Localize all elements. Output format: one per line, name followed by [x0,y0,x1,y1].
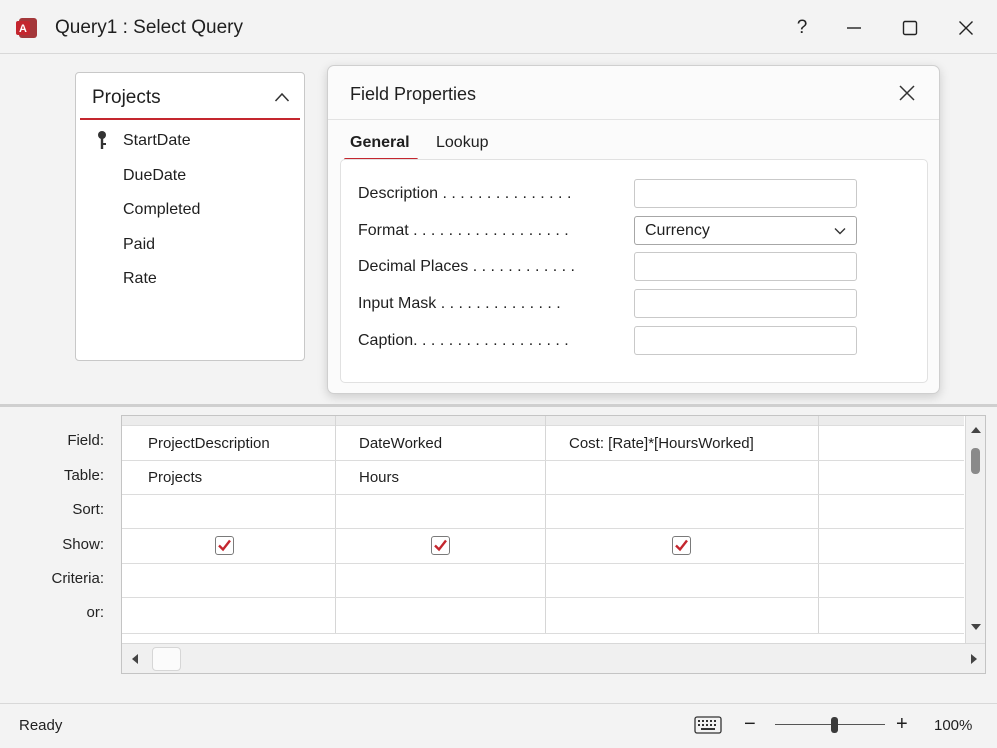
table-field-list-header[interactable]: Projects [80,73,300,120]
query-grid-pane: Field: Table: Sort: Show: Criteria: or: … [0,407,997,703]
row-label-table: Table: [63,467,104,484]
scroll-right-icon[interactable] [967,652,981,666]
row-label-field: Field: [67,432,104,449]
field-item[interactable]: DueDate [76,163,304,198]
zoom-in-button[interactable]: + [896,714,908,734]
close-window-button[interactable] [952,14,980,42]
row-label-sort: Sort: [72,501,104,518]
tab-general[interactable]: General [350,134,410,158]
keyboard-icon[interactable] [694,716,722,734]
property-row-caption: Caption. . . . . . . . . . . . . . . . .… [341,326,927,356]
row-label-or: or: [86,604,104,621]
svg-text:A: A [19,23,27,35]
vertical-scroll-thumb[interactable] [971,448,980,474]
field-label: StartDate [123,132,191,149]
chevron-up-icon[interactable] [274,91,290,103]
scroll-left-icon[interactable] [128,652,142,666]
help-icon: ? [796,17,808,38]
status-text: Ready [19,717,63,734]
checkmark-icon [675,539,688,552]
row-label-show: Show: [62,536,104,553]
description-label: Description . . . . . . . . . . . . . . … [358,185,572,202]
minimize-button[interactable] [840,14,868,42]
show-checkbox[interactable] [672,536,691,555]
caption-field[interactable] [634,326,857,355]
title-bar: A Query1 : Select Query ? [0,0,997,54]
input-mask-label: Input Mask . . . . . . . . . . . . . . [358,295,561,312]
field-label: Paid [123,235,156,253]
primary-key-icon [98,131,106,149]
row-divider [122,563,964,564]
field-item[interactable]: Completed [76,197,304,232]
field-label: DueDate [123,166,187,184]
maximize-icon [902,20,918,36]
property-row-format: Format . . . . . . . . . . . . . . . . .… [341,216,927,246]
vertical-scrollbar[interactable] [965,416,985,643]
column-divider [545,416,546,634]
help-button[interactable]: ? [788,14,816,42]
field-cell[interactable]: Cost: [Rate]*[HoursWorked] [569,435,754,452]
table-cell[interactable]: Hours [359,469,399,486]
row-divider [122,597,964,598]
field-cell[interactable]: ProjectDescription [148,435,270,452]
row-divider [122,460,964,461]
format-label: Format . . . . . . . . . . . . . . . . .… [358,222,569,239]
column-divider [818,416,819,634]
table-field-list[interactable]: Projects StartDate DueDate Completed Pai… [75,72,305,361]
horizontal-scroll-thumb[interactable] [152,647,181,671]
chevron-down-icon [834,228,846,235]
zoom-slider[interactable] [775,724,885,725]
field-item[interactable]: Rate [76,266,304,301]
table-cell[interactable]: Projects [148,469,202,486]
column-divider [335,416,336,634]
field-cell[interactable]: DateWorked [359,435,442,452]
field-list: StartDate DueDate Completed Paid Rate [76,128,304,301]
horizontal-scrollbar[interactable] [122,643,985,673]
description-field[interactable] [634,179,857,208]
window-title: Query1 : Select Query [55,17,243,38]
zoom-level[interactable]: 100% [934,717,972,734]
table-name: Projects [92,87,161,108]
minimize-icon [847,27,861,29]
property-row-decimal-places: Decimal Places . . . . . . . . . . . . [341,252,927,282]
field-label: Completed [123,201,201,218]
property-row-input-mask: Input Mask . . . . . . . . . . . . . . [341,289,927,319]
format-value: Currency [645,222,710,239]
zoom-out-button[interactable]: − [744,714,756,734]
row-label-criteria: Criteria: [51,570,104,587]
row-divider [122,633,964,634]
property-row-description: Description . . . . . . . . . . . . . . … [341,179,927,209]
status-bar: Ready − + 100% [0,703,997,748]
query-design-pane: Projects StartDate DueDate Completed Pai… [0,55,997,404]
row-divider [122,528,964,529]
show-checkbox[interactable] [431,536,450,555]
tab-lookup[interactable]: Lookup [436,134,489,158]
field-label: Rate [123,270,157,287]
decimal-places-field[interactable] [634,252,857,281]
divider [328,119,939,120]
field-item[interactable]: Paid [76,232,304,267]
general-properties-panel: Description . . . . . . . . . . . . . . … [340,159,928,383]
query-design-grid: ProjectDescription DateWorked Cost: [Rat… [121,415,986,674]
scroll-up-icon[interactable] [969,423,983,437]
row-divider [122,494,964,495]
input-mask-field[interactable] [634,289,857,318]
scroll-down-icon[interactable] [969,620,983,634]
zoom-slider-thumb[interactable] [831,717,838,733]
checkmark-icon [218,539,231,552]
field-properties-close-button[interactable] [897,83,917,103]
checkmark-icon [434,539,447,552]
close-icon [899,85,915,101]
show-checkbox[interactable] [215,536,234,555]
format-select[interactable]: Currency [634,216,857,245]
close-icon [959,21,973,35]
access-icon: A [16,18,37,38]
field-item[interactable]: StartDate [76,128,304,163]
field-properties-title: Field Properties [350,84,477,104]
field-properties-dialog: Field Properties General Lookup Descript… [327,65,940,394]
decimal-places-label: Decimal Places . . . . . . . . . . . . [358,258,575,275]
maximize-button[interactable] [896,14,924,42]
column-selector-bar[interactable] [122,416,964,426]
caption-label: Caption. . . . . . . . . . . . . . . . .… [358,332,569,349]
